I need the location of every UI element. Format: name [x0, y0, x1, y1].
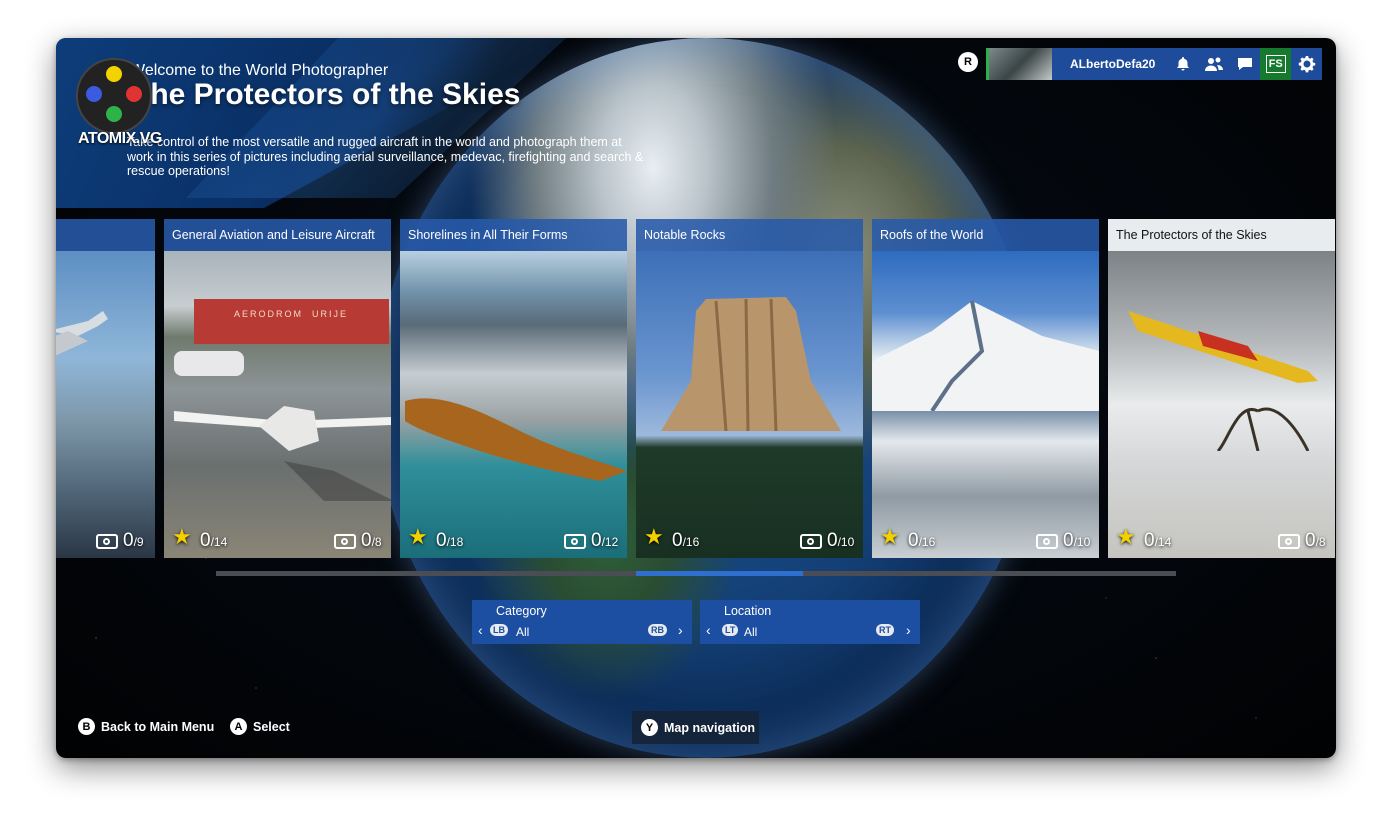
photo-count: 0/10 [827, 530, 855, 551]
photo-count: 0/10 [1063, 530, 1091, 551]
collection-card-planes[interactable]: ures 0/9 [56, 219, 155, 558]
collection-card-general-aviation[interactable]: General Aviation and Leisure Aircraft AE… [164, 219, 391, 558]
map-navigation-button[interactable]: Y Map navigation [632, 711, 759, 744]
back-to-main-menu-button[interactable]: B Back to Main Menu [78, 718, 214, 735]
collection-card-roofs-of-the-world[interactable]: Roofs of the World ★ 0/16 0/10 [872, 219, 1099, 558]
filter-value: All [516, 625, 530, 639]
photo-count: 0/12 [591, 530, 619, 551]
page-title: The Protectors of the Skies [132, 78, 521, 111]
username[interactable]: ALbertoDefa20 [1058, 57, 1168, 71]
filter-label: Category [496, 604, 547, 618]
card-image [636, 251, 863, 558]
star-count: 0/14 [200, 530, 228, 551]
chevron-right-icon[interactable]: › [678, 622, 683, 638]
bell-icon[interactable] [1168, 48, 1199, 80]
category-filter[interactable]: Category ‹ LB All RB › [472, 600, 692, 644]
page-description: Take control of the most versatile and r… [127, 135, 644, 178]
star-icon: ★ [880, 524, 900, 549]
location-filter[interactable]: Location ‹ LT All RT › [700, 600, 920, 644]
collection-card-shorelines[interactable]: Shorelines in All Their Forms ★ 0/18 0/1… [400, 219, 627, 558]
rb-button-icon: RB [648, 624, 667, 636]
carousel-scrollbar-thumb[interactable] [636, 571, 803, 576]
camera-icon [564, 534, 586, 549]
watermark-text: ATOMIX.VG [78, 130, 162, 147]
chevron-left-icon[interactable]: ‹ [706, 622, 711, 638]
photo-count: 0/9 [123, 530, 144, 551]
hint-label: Map navigation [664, 720, 755, 735]
camera-icon [334, 534, 356, 549]
friends-icon[interactable] [1199, 48, 1230, 80]
hint-label: Back to Main Menu [101, 719, 215, 734]
star-count: 0/14 [1144, 530, 1172, 551]
r-logo-icon: R [958, 52, 978, 72]
card-title: General Aviation and Leisure Aircraft [164, 219, 391, 251]
a-button-icon: A [230, 718, 247, 735]
game-screen: Welcome to the World Photographer The Pr… [56, 38, 1336, 758]
card-image: AERODROM URIJE [164, 251, 391, 558]
b-button-icon: B [78, 718, 95, 735]
select-button[interactable]: A Select [230, 718, 290, 735]
top-bar: ALbertoDefa20 FS [986, 48, 1322, 80]
gear-icon[interactable] [1291, 48, 1322, 80]
camera-icon [96, 534, 118, 549]
hint-label: Select [253, 719, 290, 734]
store-icon[interactable]: FS [1260, 48, 1292, 80]
card-image [56, 251, 155, 558]
lt-button-icon: LT [722, 624, 739, 636]
collection-card-protectors-of-the-skies[interactable]: The Protectors of the Skies ★ 0/14 0/8 [1108, 219, 1335, 558]
star-icon: ★ [408, 524, 428, 549]
star-count: 0/16 [672, 530, 700, 551]
filter-label: Location [724, 604, 772, 618]
card-title: The Protectors of the Skies [1108, 219, 1335, 251]
camera-icon [800, 534, 822, 549]
chevron-right-icon[interactable]: › [906, 622, 911, 638]
photo-count: 0/8 [1305, 530, 1326, 551]
chevron-left-icon[interactable]: ‹ [478, 622, 483, 638]
camera-icon [1036, 534, 1058, 549]
card-title: Shorelines in All Their Forms [400, 219, 627, 251]
avatar[interactable] [986, 48, 1052, 80]
card-image [1108, 251, 1335, 558]
card-image [400, 251, 627, 558]
camera-icon [1278, 534, 1300, 549]
card-title: Roofs of the World [872, 219, 1099, 251]
collection-card-notable-rocks[interactable]: Notable Rocks ★ 0/16 0/10 [636, 219, 863, 558]
card-title: ures [56, 219, 155, 251]
store-label: FS [1265, 55, 1286, 73]
star-icon: ★ [1116, 524, 1136, 549]
y-button-icon: Y [641, 719, 658, 736]
chat-icon[interactable] [1229, 48, 1260, 80]
photo-count: 0/8 [361, 530, 382, 551]
star-count: 0/16 [908, 530, 936, 551]
rt-button-icon: RT [876, 624, 894, 636]
star-icon: ★ [172, 524, 192, 549]
watermark-logo-icon [76, 58, 152, 134]
card-title: Notable Rocks [636, 219, 863, 251]
filter-value: All [744, 625, 758, 639]
lb-button-icon: LB [490, 624, 508, 636]
star-icon: ★ [644, 524, 664, 549]
card-image [872, 251, 1099, 558]
star-count: 0/18 [436, 530, 464, 551]
